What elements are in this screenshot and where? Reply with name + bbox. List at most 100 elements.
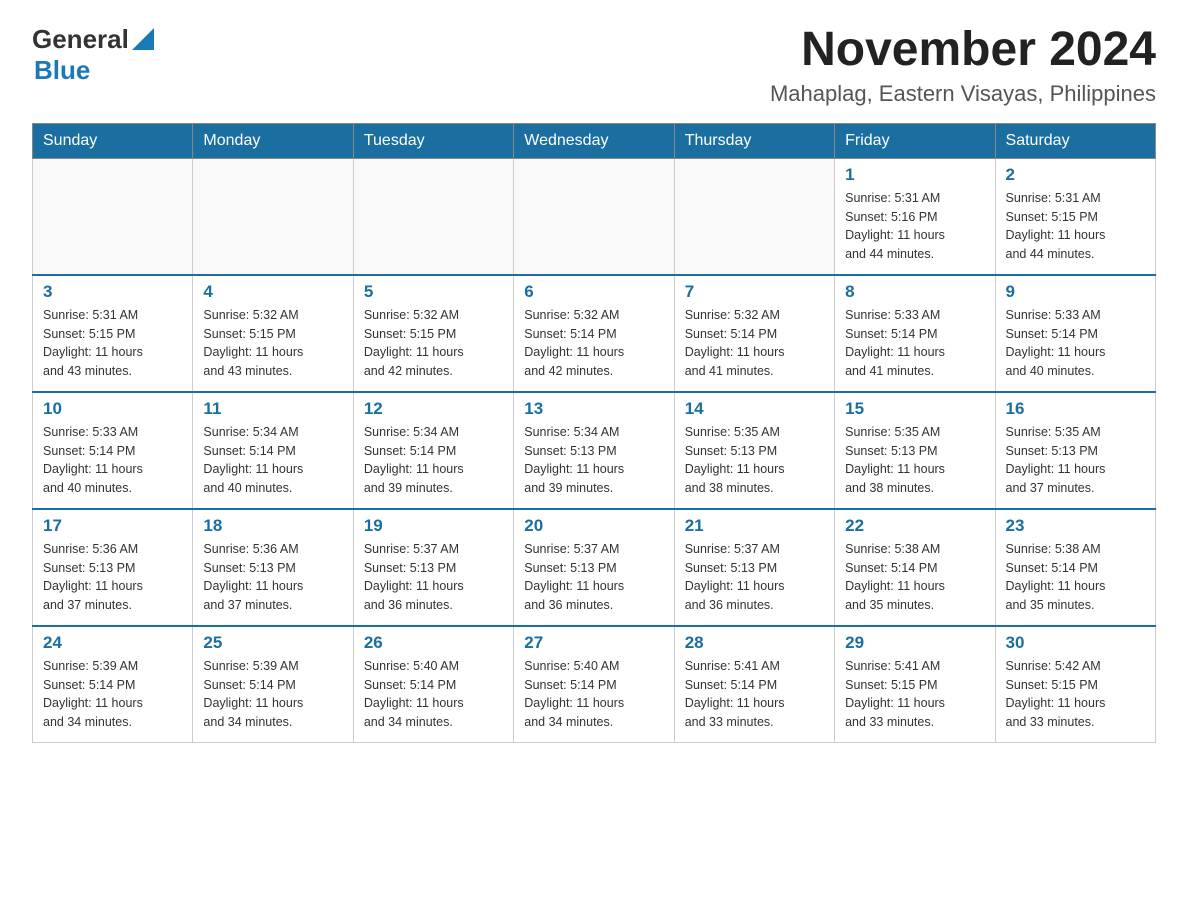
calendar-day-cell (193, 158, 353, 275)
calendar-day-cell: 15Sunrise: 5:35 AM Sunset: 5:13 PM Dayli… (835, 392, 995, 509)
day-sun-info: Sunrise: 5:31 AM Sunset: 5:15 PM Dayligh… (43, 306, 182, 381)
calendar-day-cell: 6Sunrise: 5:32 AM Sunset: 5:14 PM Daylig… (514, 275, 674, 392)
calendar-day-cell: 18 Sunrise: 5:36 AM Sunset: 5:13 PM Dayli… (193, 509, 353, 626)
day-sun-info: Sunrise: 5:34 AM Sunset: 5:14 PM Dayligh… (364, 423, 503, 498)
calendar-day-cell: 3 Sunrise: 5:31 AM Sunset: 5:15 PM Daylig… (33, 275, 193, 392)
day-number: 21 (685, 516, 824, 536)
calendar-day-cell: 5 Sunrise: 5:32 AM Sunset: 5:15 PM Daylig… (353, 275, 513, 392)
day-sun-info: Sunrise: 5:36 AM Sunset: 5:13 PM Dayligh… (43, 540, 182, 615)
day-number: 25 (203, 633, 342, 653)
day-sun-info: Sunrise: 5:37 AM Sunset: 5:13 PM Dayligh… (685, 540, 824, 615)
calendar-day-cell: 11 Sunrise: 5:34 AM Sunset: 5:14 PM Dayli… (193, 392, 353, 509)
day-sun-info: Sunrise: 5:33 AM Sunset: 5:14 PM Dayligh… (43, 423, 182, 498)
day-number: 20 (524, 516, 663, 536)
day-sun-info: Sunrise: 5:40 AM Sunset: 5:14 PM Dayligh… (524, 657, 663, 732)
day-number: 22 (845, 516, 984, 536)
day-number: 7 (685, 282, 824, 302)
day-sun-info: Sunrise: 5:38 AM Sunset: 5:14 PM Dayligh… (845, 540, 984, 615)
day-number: 9 (1006, 282, 1145, 302)
calendar-week-row: 10 Sunrise: 5:33 AM Sunset: 5:14 PM Dayli… (33, 392, 1156, 509)
calendar-day-cell: 7 Sunrise: 5:32 AM Sunset: 5:14 PM Daylig… (674, 275, 834, 392)
day-sun-info: Sunrise: 5:35 AM Sunset: 5:13 PM Dayligh… (845, 423, 984, 498)
day-sun-info: Sunrise: 5:35 AM Sunset: 5:13 PM Dayligh… (685, 423, 824, 498)
day-sun-info: Sunrise: 5:35 AM Sunset: 5:13 PM Dayligh… (1006, 423, 1145, 498)
calendar-day-cell: 26Sunrise: 5:40 AM Sunset: 5:14 PM Dayli… (353, 626, 513, 743)
calendar-weekday-header: Thursday (674, 123, 834, 158)
calendar-week-row: 24 Sunrise: 5:39 AM Sunset: 5:14 PM Dayli… (33, 626, 1156, 743)
day-number: 30 (1006, 633, 1145, 653)
calendar-day-cell: 23 Sunrise: 5:38 AM Sunset: 5:14 PM Dayli… (995, 509, 1155, 626)
calendar-day-cell: 30Sunrise: 5:42 AM Sunset: 5:15 PM Dayli… (995, 626, 1155, 743)
day-sun-info: Sunrise: 5:31 AM Sunset: 5:15 PM Dayligh… (1006, 189, 1145, 264)
day-sun-info: Sunrise: 5:36 AM Sunset: 5:13 PM Dayligh… (203, 540, 342, 615)
day-sun-info: Sunrise: 5:37 AM Sunset: 5:13 PM Dayligh… (364, 540, 503, 615)
day-number: 18 (203, 516, 342, 536)
calendar-day-cell: 20 Sunrise: 5:37 AM Sunset: 5:13 PM Dayli… (514, 509, 674, 626)
day-number: 19 (364, 516, 503, 536)
calendar-day-cell: 24 Sunrise: 5:39 AM Sunset: 5:14 PM Dayli… (33, 626, 193, 743)
calendar-week-row: 17 Sunrise: 5:36 AM Sunset: 5:13 PM Dayli… (33, 509, 1156, 626)
calendar-day-cell: 2 Sunrise: 5:31 AM Sunset: 5:15 PM Daylig… (995, 158, 1155, 275)
calendar-day-cell: 19 Sunrise: 5:37 AM Sunset: 5:13 PM Dayli… (353, 509, 513, 626)
logo-triangle-icon (132, 28, 154, 55)
calendar-day-cell: 8 Sunrise: 5:33 AM Sunset: 5:14 PM Daylig… (835, 275, 995, 392)
calendar-day-cell: 27 Sunrise: 5:40 AM Sunset: 5:14 PM Dayli… (514, 626, 674, 743)
month-title: November 2024 (770, 24, 1156, 77)
day-number: 5 (364, 282, 503, 302)
calendar-day-cell (674, 158, 834, 275)
calendar-day-cell: 17 Sunrise: 5:36 AM Sunset: 5:13 PM Dayli… (33, 509, 193, 626)
day-sun-info: Sunrise: 5:39 AM Sunset: 5:14 PM Dayligh… (43, 657, 182, 732)
day-sun-info: Sunrise: 5:32 AM Sunset: 5:15 PM Dayligh… (364, 306, 503, 381)
day-sun-info: Sunrise: 5:38 AM Sunset: 5:14 PM Dayligh… (1006, 540, 1145, 615)
calendar-day-cell: 4Sunrise: 5:32 AM Sunset: 5:15 PM Daylig… (193, 275, 353, 392)
day-sun-info: Sunrise: 5:41 AM Sunset: 5:14 PM Dayligh… (685, 657, 824, 732)
day-number: 10 (43, 399, 182, 419)
calendar-weekday-header: Wednesday (514, 123, 674, 158)
calendar-weekday-header: Monday (193, 123, 353, 158)
day-number: 8 (845, 282, 984, 302)
day-number: 13 (524, 399, 663, 419)
logo: General Blue (32, 24, 154, 86)
calendar-day-cell: 13Sunrise: 5:34 AM Sunset: 5:13 PM Dayli… (514, 392, 674, 509)
calendar-day-cell: 29Sunrise: 5:41 AM Sunset: 5:15 PM Dayli… (835, 626, 995, 743)
calendar-table: SundayMondayTuesdayWednesdayThursdayFrid… (32, 123, 1156, 743)
day-number: 14 (685, 399, 824, 419)
day-sun-info: Sunrise: 5:41 AM Sunset: 5:15 PM Dayligh… (845, 657, 984, 732)
calendar-day-cell: 22 Sunrise: 5:38 AM Sunset: 5:14 PM Dayli… (835, 509, 995, 626)
calendar-day-cell: 28 Sunrise: 5:41 AM Sunset: 5:14 PM Dayli… (674, 626, 834, 743)
calendar-weekday-header: Sunday (33, 123, 193, 158)
day-number: 11 (203, 399, 342, 419)
calendar-day-cell: 12Sunrise: 5:34 AM Sunset: 5:14 PM Dayli… (353, 392, 513, 509)
day-sun-info: Sunrise: 5:32 AM Sunset: 5:14 PM Dayligh… (685, 306, 824, 381)
calendar-week-row: 3 Sunrise: 5:31 AM Sunset: 5:15 PM Daylig… (33, 275, 1156, 392)
logo-blue-text: Blue (34, 55, 90, 85)
day-number: 28 (685, 633, 824, 653)
calendar-weekday-header: Saturday (995, 123, 1155, 158)
calendar-day-cell: 10 Sunrise: 5:33 AM Sunset: 5:14 PM Dayli… (33, 392, 193, 509)
day-number: 2 (1006, 165, 1145, 185)
day-number: 3 (43, 282, 182, 302)
calendar-weekday-header: Friday (835, 123, 995, 158)
day-sun-info: Sunrise: 5:37 AM Sunset: 5:13 PM Dayligh… (524, 540, 663, 615)
calendar-weekday-header: Tuesday (353, 123, 513, 158)
day-sun-info: Sunrise: 5:31 AM Sunset: 5:16 PM Dayligh… (845, 189, 984, 264)
title-area: November 2024 Mahaplag, Eastern Visayas,… (770, 24, 1156, 107)
calendar-header-row: SundayMondayTuesdayWednesdayThursdayFrid… (33, 123, 1156, 158)
day-sun-info: Sunrise: 5:34 AM Sunset: 5:14 PM Dayligh… (203, 423, 342, 498)
day-sun-info: Sunrise: 5:33 AM Sunset: 5:14 PM Dayligh… (845, 306, 984, 381)
calendar-day-cell: 25Sunrise: 5:39 AM Sunset: 5:14 PM Dayli… (193, 626, 353, 743)
day-sun-info: Sunrise: 5:40 AM Sunset: 5:14 PM Dayligh… (364, 657, 503, 732)
calendar-day-cell: 16 Sunrise: 5:35 AM Sunset: 5:13 PM Dayli… (995, 392, 1155, 509)
day-number: 6 (524, 282, 663, 302)
calendar-day-cell (33, 158, 193, 275)
calendar-day-cell (514, 158, 674, 275)
day-number: 24 (43, 633, 182, 653)
location-subtitle: Mahaplag, Eastern Visayas, Philippines (770, 81, 1156, 107)
day-sun-info: Sunrise: 5:32 AM Sunset: 5:15 PM Dayligh… (203, 306, 342, 381)
calendar-day-cell: 1Sunrise: 5:31 AM Sunset: 5:16 PM Daylig… (835, 158, 995, 275)
day-number: 16 (1006, 399, 1145, 419)
day-number: 23 (1006, 516, 1145, 536)
logo-general-text: General (32, 24, 129, 55)
day-number: 27 (524, 633, 663, 653)
day-number: 17 (43, 516, 182, 536)
